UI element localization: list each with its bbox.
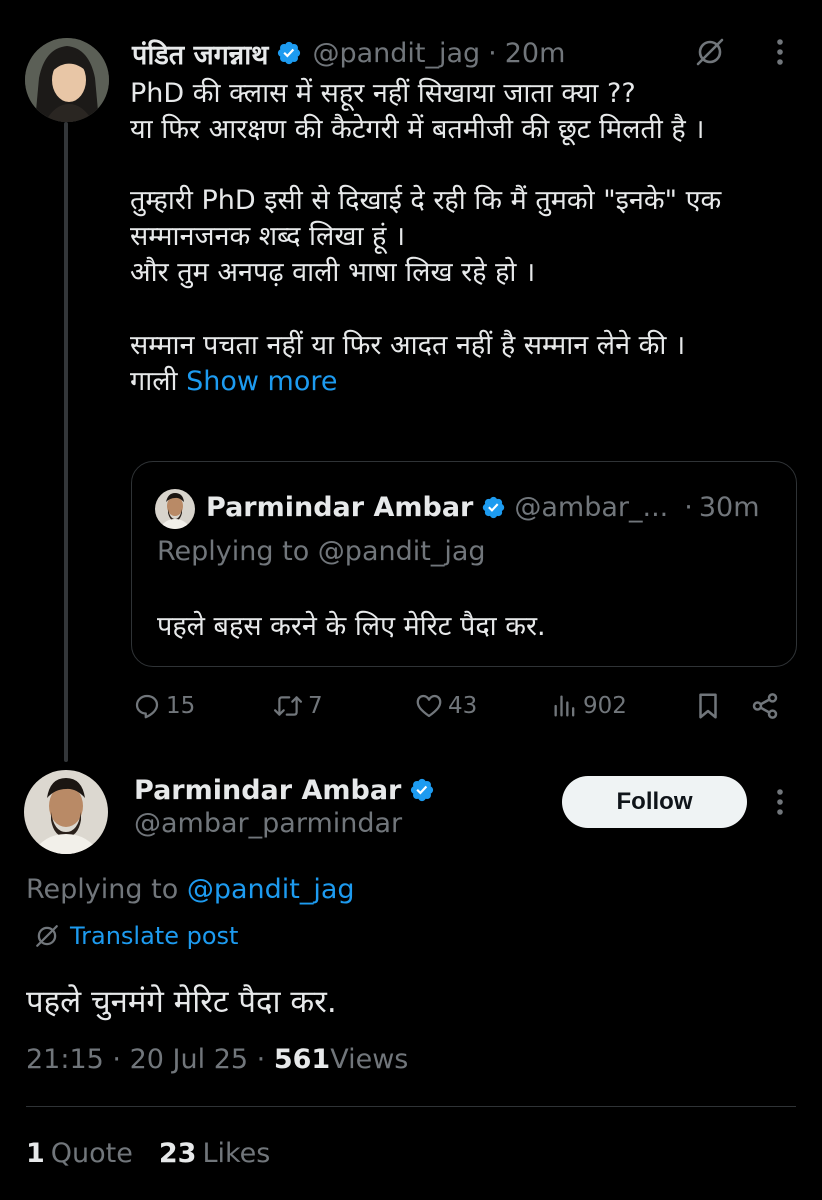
more-icon[interactable]: [760, 32, 800, 72]
main-author-handle[interactable]: @ambar_parmindar: [134, 808, 402, 839]
quoted-header: Parmindar Ambar @ambar_... · 30m: [206, 486, 760, 528]
likes-label: Likes: [202, 1138, 271, 1169]
avatar-pandit[interactable]: [25, 38, 109, 122]
likes-stat[interactable]: 23 Likes: [159, 1138, 270, 1169]
bookmark-icon: [699, 693, 717, 719]
separator-dot: ·: [488, 37, 497, 69]
verified-badge-icon: [483, 496, 505, 518]
views-icon: [554, 695, 575, 717]
share-button[interactable]: [750, 686, 784, 726]
replying-to: Replying to @pandit_jag: [26, 874, 355, 905]
views-count: 902: [583, 693, 627, 719]
avatar-parmindar[interactable]: [24, 770, 108, 854]
reply-count: 15: [166, 693, 196, 719]
translate-icon[interactable]: [690, 32, 730, 72]
replying-prefix: Replying to: [26, 874, 179, 905]
replying-handle-link[interactable]: @pandit_jag: [187, 874, 355, 905]
quotes-label: Quote: [50, 1138, 133, 1169]
repost-count: 7: [308, 693, 323, 719]
separator-dot: ·: [256, 1044, 266, 1075]
verified-badge-icon: [411, 778, 434, 802]
views-label: Views: [330, 1044, 409, 1075]
verified-badge-icon: [278, 41, 301, 65]
translate-post-button[interactable]: Translate post: [34, 922, 238, 950]
repost-icon: [273, 696, 303, 716]
views-button[interactable]: 902: [551, 686, 627, 726]
body-line: और तुम अनपढ़ वाली भाषा लिख रहे हो ।: [130, 257, 536, 288]
reply-icon: [135, 694, 159, 719]
separator-dot: ·: [112, 1044, 121, 1075]
tweet-body: PhD की क्लास में सहूर नहीं सिखाया जाता क…: [130, 76, 790, 400]
parent-tweet[interactable]: पंडित जगन्नाथ @pandit_jag · 20m PhD की क…: [0, 0, 822, 762]
quoted-author-handle[interactable]: @ambar_...: [514, 492, 668, 523]
show-more-link[interactable]: Show more: [186, 366, 337, 397]
tweet-date[interactable]: 20 Jul 25: [130, 1044, 248, 1075]
main-tweet-text: पहले चुनमंगे मेरिट पैदा कर.: [26, 984, 337, 1020]
quoted-timestamp[interactable]: 30m: [699, 492, 760, 523]
tweet-meta: 21:15 · 20 Jul 25 · 561Views: [26, 1044, 408, 1075]
author-name[interactable]: पंडित जगन्नाथ: [132, 35, 268, 72]
body-line: तुम्हारी PhD इसी से दिखाई दे रही कि मैं …: [130, 185, 722, 216]
body-line-last: गाली Show more: [130, 364, 790, 400]
thread-line: [64, 122, 68, 762]
follow-button[interactable]: Follow: [562, 776, 747, 828]
body-line: सम्मानजनक शब्द लिखा हूं ।: [130, 221, 406, 252]
quoted-tweet-card[interactable]: Parmindar Ambar @ambar_... · 30m Replyin…: [131, 461, 797, 667]
avatar-parmindar-small: [155, 489, 195, 529]
translate-label: Translate post: [70, 922, 239, 950]
like-count: 43: [448, 693, 478, 719]
likes-count: 23: [158, 1138, 197, 1169]
main-author-name[interactable]: Parmindar Ambar: [134, 775, 401, 806]
quotes-count: 1: [26, 1138, 45, 1169]
bookmark-button[interactable]: [693, 686, 727, 726]
like-icon: [416, 694, 442, 718]
quoted-text: पहले बहस करने के लिए मेरिट पैदा कर.: [157, 611, 546, 642]
body-line: PhD की क्लास में सहूर नहीं सिखाया जाता क…: [130, 78, 636, 109]
parent-header: पंडित जगन्नाथ @pandit_jag · 20m: [132, 33, 565, 73]
more-icon[interactable]: [760, 780, 800, 824]
body-text: गाली: [130, 366, 178, 397]
divider: [26, 1106, 796, 1107]
main-name-row: Parmindar Ambar: [134, 770, 445, 810]
reply-button[interactable]: 15: [132, 686, 195, 726]
engagement-stats: 1 Quote 23 Likes: [26, 1138, 270, 1169]
share-icon: [752, 693, 778, 719]
quotes-stat[interactable]: 1 Quote: [26, 1138, 133, 1169]
author-handle[interactable]: @pandit_jag: [312, 38, 480, 69]
tweet-actions: 15 7 43 902: [0, 686, 822, 726]
body-line: या फिर आरक्षण की कैटेगरी में बतमीजी की छ…: [130, 114, 705, 145]
translate-icon: [36, 925, 58, 947]
quoted-replying-to: Replying to @pandit_jag: [157, 536, 486, 567]
tweet-time[interactable]: 21:15: [26, 1044, 104, 1075]
views-count: 561: [273, 1044, 331, 1075]
timestamp[interactable]: 20m: [505, 38, 566, 69]
like-button[interactable]: 43: [414, 686, 477, 726]
body-line: सम्मान पचता नहीं या फिर आदत नहीं है सम्म…: [130, 330, 686, 361]
repost-button[interactable]: 7: [272, 686, 323, 726]
separator-dot: ·: [684, 491, 693, 523]
quoted-author-name[interactable]: Parmindar Ambar: [206, 492, 473, 523]
